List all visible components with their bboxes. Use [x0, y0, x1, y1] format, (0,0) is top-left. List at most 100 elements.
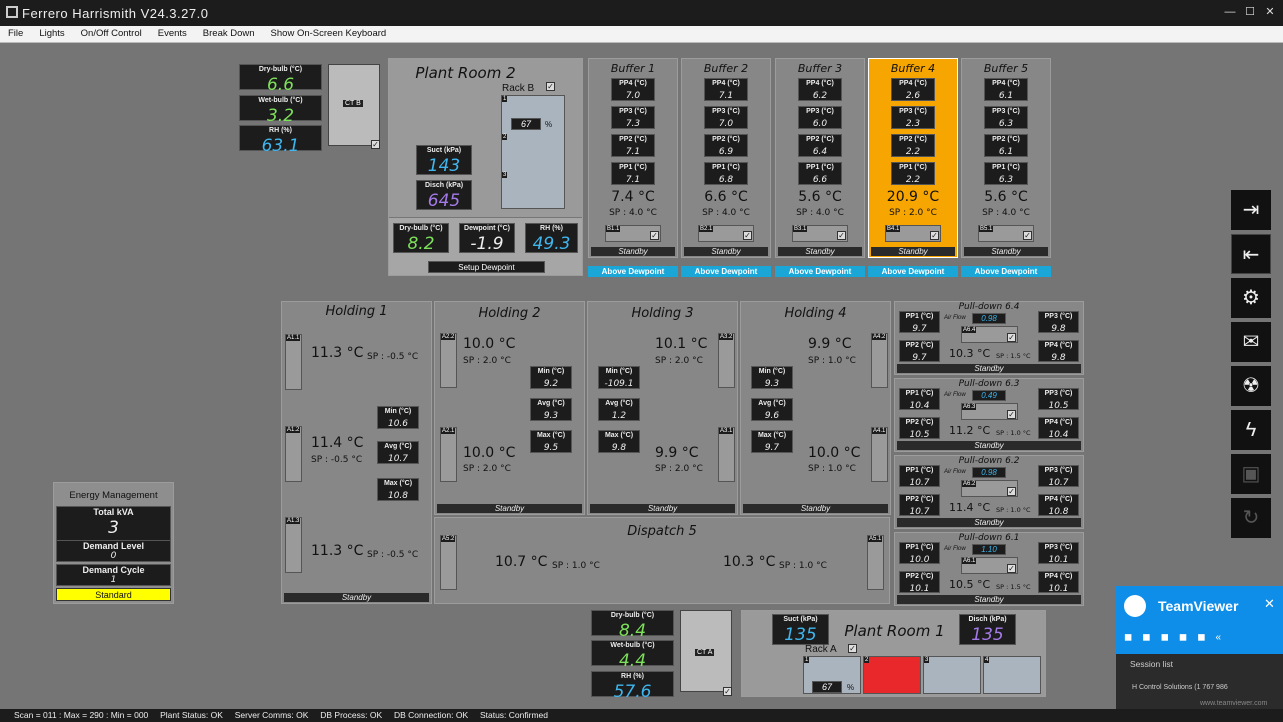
buffer-5-pp3: PP3 (°C) 6.3: [984, 106, 1028, 129]
pulldown-1-unit[interactable]: A6.4 ✓: [961, 326, 1018, 343]
holding3-temp-2: 9.9 °C: [655, 445, 699, 461]
ctb-checkbox[interactable]: ✓: [371, 140, 380, 149]
pulldown-2-unit[interactable]: A6.3 ✓: [961, 403, 1018, 420]
holding4-unit-1[interactable]: A4.2: [871, 333, 888, 388]
minimize-button[interactable]: —: [1222, 4, 1238, 20]
holding-1-min: Min (°C) 10.6: [377, 406, 419, 429]
buffer-3-pp1: PP1 (°C) 6.6: [798, 162, 842, 185]
buffer-3-unit[interactable]: B3.1 ✓: [792, 225, 848, 242]
buffer-1-dewpoint-alert[interactable]: Above Dewpoint: [588, 266, 678, 277]
buffer-1-title: Buffer 1: [610, 62, 656, 75]
pulldown-3-unit[interactable]: A6.2 ✓: [961, 480, 1018, 497]
holding2-unit-2[interactable]: A2.1: [440, 427, 457, 482]
buffer-2-sp: SP : 4.0 °C: [702, 208, 750, 218]
buffer-3-temp: 5.6 °C: [798, 189, 842, 205]
plant1-disch-readout: Disch (kPa) 135: [959, 614, 1016, 645]
mail-button[interactable]: ✉: [1231, 322, 1271, 362]
buffer-3-dewpoint-alert[interactable]: Above Dewpoint: [775, 266, 865, 277]
holding4-avg: Avg (°C) 9.6: [751, 398, 793, 421]
users-button[interactable]: ⚙: [1231, 278, 1271, 318]
pulldown-4-panel: Pull-down 6.1 PP1 (°C) 10.0 PP2 (°C) 10.1 PP3…: [894, 532, 1084, 606]
alarm-button[interactable]: ☢: [1231, 366, 1271, 406]
rack-a-compressor-4[interactable]: 4: [983, 656, 1041, 694]
pulldown-1-pp3: PP3 (°C) 9.8: [1038, 311, 1079, 334]
holding2-sp-1: SP : 2.0 °C: [463, 356, 511, 366]
rack-a-compressor-1[interactable]: 1 67%: [803, 656, 861, 694]
login-button[interactable]: ⇥: [1231, 190, 1271, 230]
menu-events[interactable]: Events: [150, 26, 195, 41]
pulldown-4-unit[interactable]: A6.1 ✓: [961, 557, 1018, 574]
dispatch-5-panel: Dispatch 5 A5.2 10.7 °C SP : 1.0 °C 10.3…: [434, 517, 890, 604]
buffer-4-pp3: PP3 (°C) 2.3: [891, 106, 935, 129]
holding2-sp-2: SP : 2.0 °C: [463, 464, 511, 474]
menu-file[interactable]: File: [0, 26, 31, 41]
holding3-unit-2[interactable]: A3.1: [718, 427, 735, 482]
refresh-button[interactable]: ↻: [1231, 498, 1271, 538]
rack-a-checkbox[interactable]: ✓: [848, 644, 857, 653]
teamviewer-session-entry[interactable]: H Control Solutions (1 767 986: [1132, 684, 1228, 691]
buffer-2-pp4: PP4 (°C) 7.1: [704, 78, 748, 101]
dispatch-5-unit-1[interactable]: A5.2: [440, 535, 457, 590]
menu-on-off-control[interactable]: On/Off Control: [73, 26, 150, 41]
buffer-5-unit[interactable]: B5.1 ✓: [978, 225, 1034, 242]
dispatch-5-sp-2: SP : 1.0 °C: [779, 561, 827, 571]
buffer-4-temp: 20.9 °C: [886, 189, 940, 205]
cta-checkbox[interactable]: ✓: [723, 687, 732, 696]
plant-room-2-title: Plant Room 2: [415, 64, 516, 82]
holding-1-status: Standby: [284, 593, 429, 602]
setup-dewpoint-button[interactable]: Setup Dewpoint: [428, 261, 545, 273]
menu-show-keyboard[interactable]: Show On-Screen Keyboard: [263, 26, 395, 41]
buffer-4-dewpoint-alert[interactable]: Above Dewpoint: [868, 266, 958, 277]
save-button[interactable]: ▣: [1231, 454, 1271, 494]
rack-a-compressor-3[interactable]: 3: [923, 656, 981, 694]
buffer-1-panel[interactable]: Buffer 1 PP4 (°C) 7.0 PP3 (°C) 7.3 PP2 (°C) 7.…: [588, 58, 678, 258]
close-button[interactable]: ✕: [1262, 4, 1278, 20]
buffer-2-pp2: PP2 (°C) 6.9: [704, 134, 748, 157]
buffer-5-dewpoint-alert[interactable]: Above Dewpoint: [961, 266, 1051, 277]
plant-room-2-panel: Plant Room 2 Rack B ✓ 1 67 % 2 3 Suct (k…: [388, 58, 583, 276]
holding3-unit-1[interactable]: A3.2: [718, 333, 735, 388]
buffer-5-panel[interactable]: Buffer 5 PP4 (°C) 6.1 PP3 (°C) 6.3 PP2 (°C) 6.…: [961, 58, 1051, 258]
pulldown-1-sp: SP : 1.5 °C: [996, 352, 1031, 360]
buffer-1-unit[interactable]: B1.1 ✓: [605, 225, 661, 242]
buffer-4-pp4: PP4 (°C) 2.6: [891, 78, 935, 101]
energy-mode-badge[interactable]: Standard: [56, 588, 171, 601]
pulldown-4-airflow: 1.10: [972, 544, 1006, 555]
power-button[interactable]: ϟ: [1231, 410, 1271, 450]
cooling-tower-a[interactable]: CT A: [680, 610, 732, 692]
buffer-4-unit[interactable]: B4.1 ✓: [885, 225, 941, 242]
holding2-unit-1[interactable]: A2.2: [440, 333, 457, 388]
app-logo-icon: [6, 6, 18, 18]
holding4-sp-1: SP : 1.0 °C: [808, 356, 856, 366]
holding4-unit-2[interactable]: A4.1: [871, 427, 888, 482]
holding-1-unit-3[interactable]: A1.3: [285, 517, 302, 573]
teamviewer-close-icon[interactable]: ✕: [1264, 596, 1275, 612]
pulldown-2-airflow: 0.49: [972, 390, 1006, 401]
pulldown-4-pp3: PP3 (°C) 10.1: [1038, 542, 1079, 565]
rack-b-checkbox[interactable]: ✓: [546, 82, 555, 91]
dispatch-5-unit-2[interactable]: A5.1: [867, 535, 884, 590]
teamviewer-toolbar[interactable]: ◼◼◼◼◼«: [1124, 632, 1231, 643]
buffer-3-panel[interactable]: Buffer 3 PP4 (°C) 6.2 PP3 (°C) 6.0 PP2 (°C) 6.…: [775, 58, 865, 258]
pulldown-4-pp4: PP4 (°C) 10.1: [1038, 571, 1079, 594]
pulldown-2-pp2: PP2 (°C) 10.5: [899, 417, 940, 440]
rack-a-compressor-2[interactable]: 2: [863, 656, 921, 694]
holding3-title: Holding 3: [631, 306, 694, 321]
plant2-disch-readout: Disch (kPa) 645: [416, 180, 472, 211]
holding-1-unit-1[interactable]: A1.1: [285, 334, 302, 390]
teamviewer-session-list[interactable]: Session list: [1130, 659, 1173, 669]
menu-lights[interactable]: Lights: [31, 26, 72, 41]
holding-1-unit-2[interactable]: A1.2: [285, 426, 302, 482]
buffer-2-unit[interactable]: B2.1 ✓: [698, 225, 754, 242]
buffer-4-panel[interactable]: Buffer 4 PP4 (°C) 2.6 PP3 (°C) 2.3 PP2 (°C) 2.…: [868, 58, 958, 258]
logout-button[interactable]: ⇤: [1231, 234, 1271, 274]
buffer-2-dewpoint-alert[interactable]: Above Dewpoint: [681, 266, 771, 277]
buffer-1-status: Standby: [591, 247, 675, 256]
save-icon: ▣: [1241, 463, 1261, 485]
buffer-2-panel[interactable]: Buffer 2 PP4 (°C) 7.1 PP3 (°C) 7.0 PP2 (°C) 6.…: [681, 58, 771, 258]
mail-icon: ✉: [1242, 331, 1260, 353]
rack-b-compressors[interactable]: 1 67 % 2 3: [501, 95, 565, 209]
maximize-button[interactable]: ☐: [1242, 4, 1258, 20]
holding-1-max: Max (°C) 10.8: [377, 478, 419, 501]
menu-break-down[interactable]: Break Down: [195, 26, 263, 41]
